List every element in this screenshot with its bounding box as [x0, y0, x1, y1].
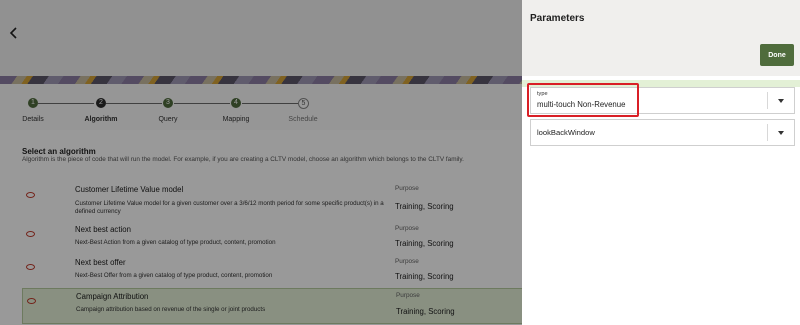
chevron-down-icon[interactable] [778, 99, 784, 103]
lookback-window-select[interactable]: lookBackWindow [530, 119, 795, 146]
drawer-title: Parameters [530, 13, 585, 24]
drawer-header: Parameters Done [522, 0, 800, 76]
done-button[interactable]: Done [760, 44, 794, 66]
chevron-down-icon[interactable] [778, 131, 784, 135]
modal-backdrop[interactable] [0, 0, 522, 325]
parameters-drawer: Parameters Done type multi-touch Non-Rev… [522, 0, 800, 325]
lookback-window-field-text: lookBackWindow [537, 128, 595, 137]
select-divider [767, 92, 768, 109]
select-divider [767, 124, 768, 141]
annotation-highlight-box [527, 83, 639, 117]
